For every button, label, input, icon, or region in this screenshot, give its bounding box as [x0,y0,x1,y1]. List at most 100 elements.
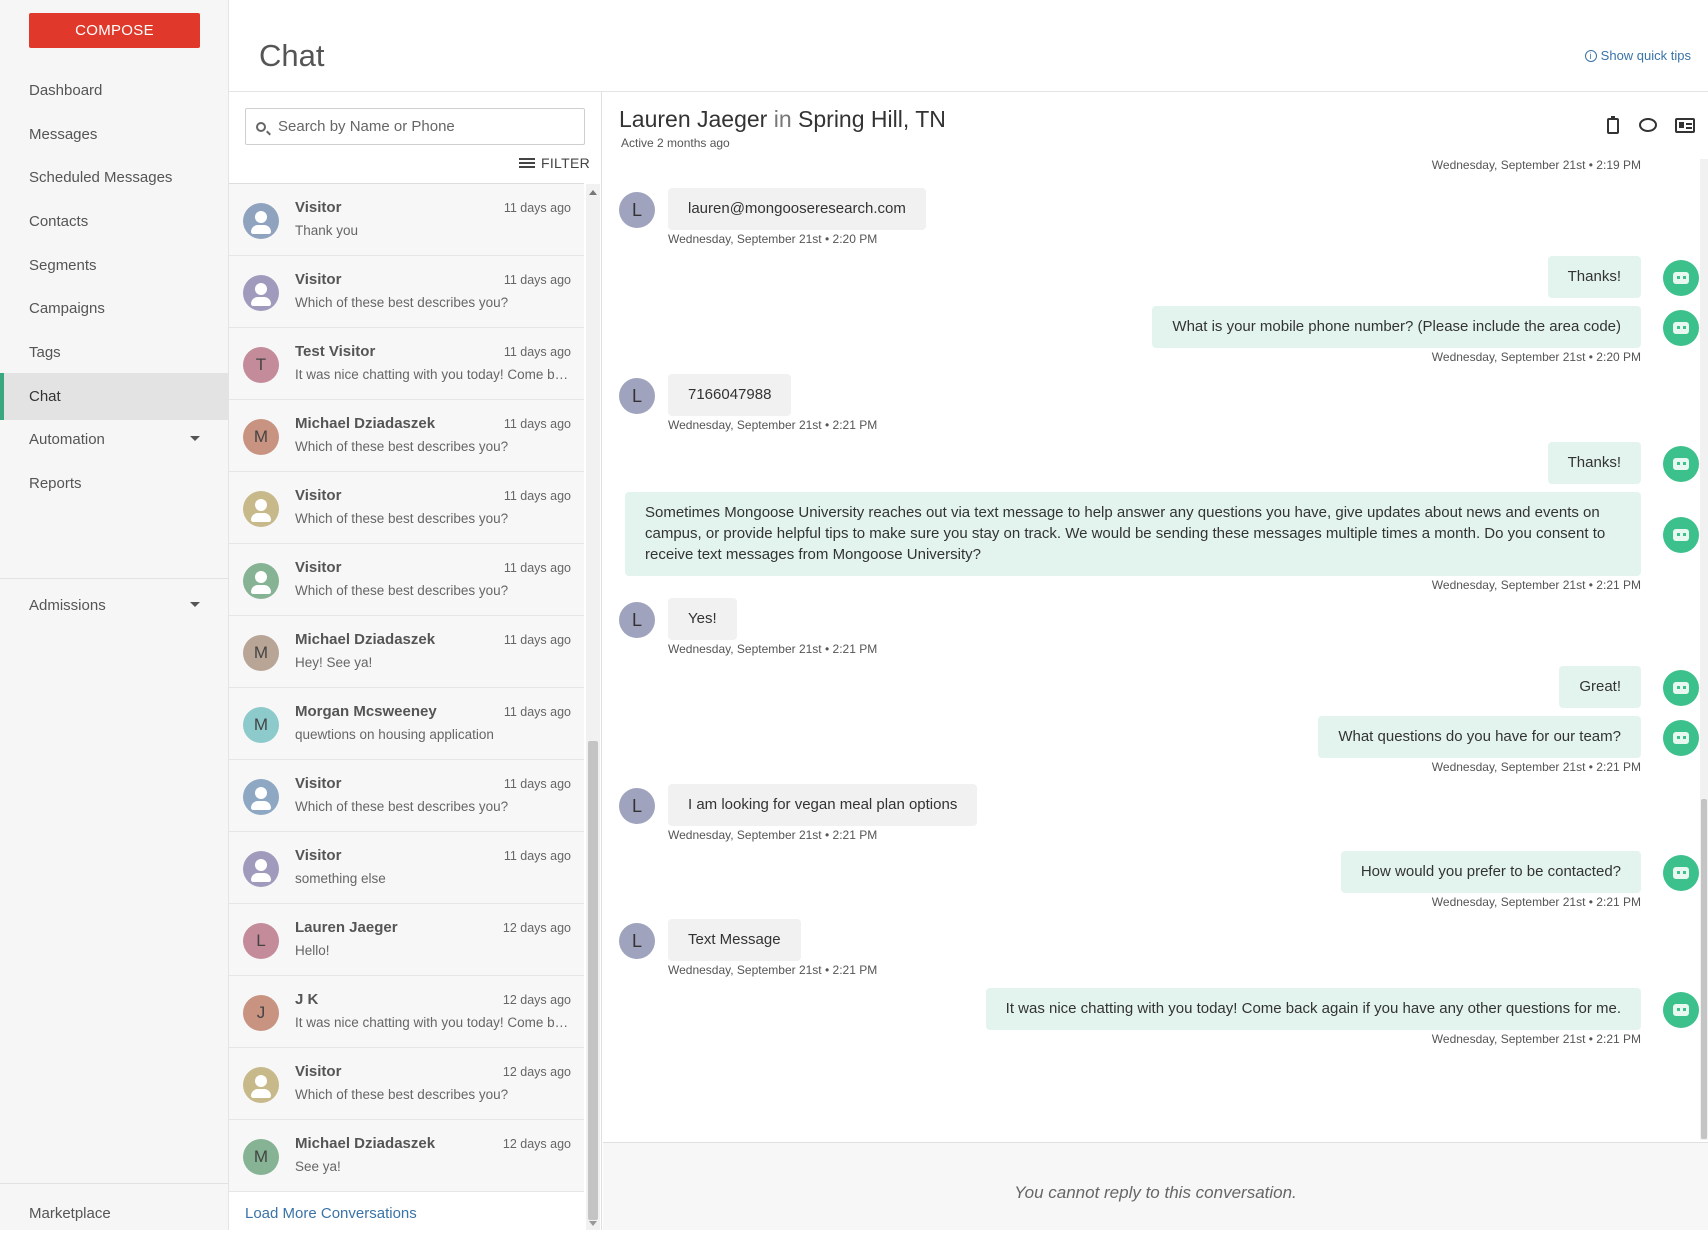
nav-label: Reports [29,475,82,492]
scroll-up-icon[interactable] [589,190,597,195]
compose-button[interactable]: COMPOSE [29,13,200,48]
conversation-item[interactable]: Visitor 11 days ago something else [229,832,584,904]
avatar: L [619,923,655,959]
scrollbar-thumb[interactable] [588,741,598,1220]
nav-divider [0,1183,229,1184]
clipboard-icon[interactable] [1607,116,1619,134]
avatar: L [619,378,655,414]
list-scrollbar[interactable] [586,184,600,1230]
message-timestamp: Wednesday, September 21st • 2:20 PM [668,232,878,246]
conversation-name: J K [295,991,319,1008]
nav-automation[interactable]: Automation [0,416,229,463]
conversation-preview: quewtions on housing application [295,727,494,742]
conversation-item[interactable]: Visitor 11 days ago Which of these best de… [229,472,584,544]
nav-admissions[interactable]: Admissions [0,582,229,629]
conversation-item[interactable]: M Michael Dziadaszek 12 days ago See ya! [229,1120,584,1192]
nav-campaigns[interactable]: Campaigns [0,285,229,332]
conversation-item[interactable]: Visitor 12 days ago Which of these best de… [229,1048,584,1120]
conversation-preview: Hello! [295,943,330,958]
conversation-item[interactable]: M Michael Dziadaszek 11 days ago Hey! See y… [229,616,584,688]
conversation-name: Test Visitor [295,343,376,360]
avatar: M [243,707,279,743]
chat-scrollbar[interactable] [1700,159,1708,1140]
info-icon: i [1584,49,1597,62]
outgoing-message: Sometimes Mongoose University reaches ou… [625,492,1641,576]
message-timestamp: Wednesday, September 21st • 2:20 PM [1431,350,1641,364]
incoming-message: I am looking for vegan meal plan options [668,784,978,826]
conversation-preview: Which of these best describes you? [295,583,509,598]
conversation-item[interactable]: Visitor 11 days ago Which of these best de… [229,760,584,832]
scroll-down-icon[interactable] [589,1221,597,1226]
conversation-preview: Which of these best describes you? [295,1087,509,1102]
quick-tips-label: Show quick tips [1600,48,1691,63]
avatar: L [619,602,655,638]
conversation-item[interactable]: M Morgan Mcsweeney 11 days ago quewtions on… [229,688,584,760]
conversation-item[interactable]: M Michael Dziadaszek 11 days ago Which of t… [229,400,584,472]
nav-reports[interactable]: Reports [0,460,229,507]
nav-tags[interactable]: Tags [0,329,229,376]
nav-dashboard[interactable]: Dashboard [0,67,229,114]
avatar: L [243,923,279,959]
user-icon [243,779,279,815]
conversation-preview: Which of these best describes you? [295,799,509,814]
conversation-item[interactable]: L Lauren Jaeger 12 days ago Hello! [229,904,584,976]
message-timestamp: Wednesday, September 21st • 2:21 PM [668,642,878,656]
conversation-time: 12 days ago [502,1065,571,1079]
outgoing-message: What questions do you have for our team? [1318,716,1641,758]
incoming-message: lauren@mongooseresearch.com [668,188,926,230]
nav-segments[interactable]: Segments [0,242,229,289]
conversation-item[interactable]: Visitor 11 days ago Thank you [229,184,584,256]
outgoing-message: Thanks! [1547,256,1641,298]
nav-label: Contacts [29,213,89,230]
conversation-preview: It was nice chatting with you today! Com… [295,367,573,382]
nav-messages[interactable]: Messages [0,111,229,158]
conversation-item[interactable]: Visitor 11 days ago Which of these best de… [229,256,584,328]
message-timestamp: Wednesday, September 21st • 2:21 PM [1431,578,1641,592]
search-input[interactable]: Search by Name or Phone [245,108,585,145]
conversation-time: 11 days ago [503,777,571,791]
filter-button[interactable]: FILTER [519,155,590,171]
user-icon [243,491,279,527]
nav-label: Marketplace [29,1205,111,1222]
outgoing-message: What is your mobile phone number? (Pleas… [1152,306,1641,348]
conversation-item[interactable]: J J K 12 days ago It was nice chatting with… [229,976,584,1048]
conversation-name: Lauren Jaeger [295,919,398,936]
contact-card-icon[interactable] [1675,118,1695,133]
in-word: in [773,106,792,132]
conversation-name: Visitor [295,1063,342,1080]
conversation-preview: It was nice chatting with you today! Com… [295,1015,573,1030]
contact-name: Lauren Jaeger [619,106,768,132]
nav-label: Dashboard [29,82,103,99]
conversation-name: Michael Dziadaszek [295,415,436,432]
user-icon [243,275,279,311]
conversation-name: Visitor [295,847,342,864]
conversation-item[interactable]: Visitor 11 days ago Which of these best de… [229,544,584,616]
avatar: L [619,788,655,824]
conversation-preview: See ya! [295,1159,341,1174]
scrollbar-thumb[interactable] [1701,799,1707,1139]
avatar: T [243,347,279,383]
incoming-message: Yes! [668,598,737,640]
conversation-time: 11 days ago [503,489,571,503]
nav-contacts[interactable]: Contacts [0,198,229,245]
user-icon [243,851,279,887]
nav-divider [0,578,229,579]
show-quick-tips-link[interactable]: i Show quick tips [1584,48,1691,63]
user-icon [243,563,279,599]
conversation-item[interactable]: T Test Visitor 11 days ago It was nice chat… [229,328,584,400]
search-icon [256,121,266,132]
chat-bubbles-icon[interactable] [1639,118,1657,132]
caret-down-icon [190,602,200,607]
conversation-time: 11 days ago [503,201,571,215]
bot-icon [1663,670,1699,706]
nav-chat[interactable]: Chat [0,373,229,420]
load-more-conversations-link[interactable]: Load More Conversations [245,1205,417,1222]
nav-scheduled-messages[interactable]: Scheduled Messages [0,154,229,201]
conversation-name: Visitor [295,487,342,504]
message-timestamp: Wednesday, September 21st • 2:21 PM [668,418,878,432]
bot-icon [1663,446,1699,482]
conversation-time: 11 days ago [503,345,571,359]
conversation-preview: Which of these best describes you? [295,439,509,454]
user-icon [243,1067,279,1103]
user-icon [243,203,279,239]
